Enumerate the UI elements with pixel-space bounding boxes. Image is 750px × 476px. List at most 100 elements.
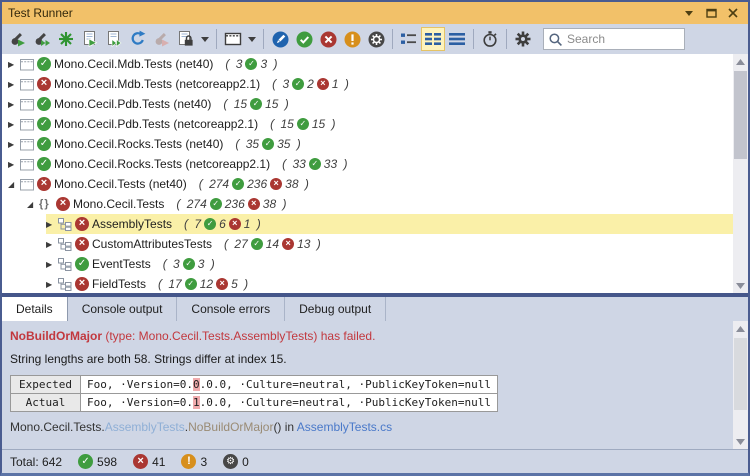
run-tests-icon[interactable] [6,27,30,51]
expander-icon[interactable]: ▶ [46,220,58,229]
group-by-namespace-icon[interactable] [421,27,445,51]
expander-icon[interactable]: ▶ [8,120,20,129]
test-counts: ( 3✓3 ) [225,57,277,71]
failed-icon: × [56,197,70,211]
test-tree-row[interactable]: ▶ ✓ Mono.Cecil.Pdb.Tests (net40) ( 15✓15… [2,94,733,114]
show-warnings-icon[interactable] [340,27,364,51]
skipped-summary: ⚙ 0 [223,454,249,469]
expander-icon[interactable]: ▶ [46,240,58,249]
failed-icon: × [37,77,51,91]
debug-tests-disabled-icon[interactable] [150,27,174,51]
expander-icon[interactable]: ▶ [8,140,20,149]
scrollbar-thumb[interactable] [734,338,747,410]
details-tabbar: Details Console output Console errors De… [2,297,748,321]
maximize-icon[interactable] [702,5,720,21]
method-link[interactable]: NoBuildOrMajor [188,420,273,434]
test-node-label: CustomAttributesTests [92,237,212,251]
refresh-icon[interactable] [126,27,150,51]
close-icon[interactable] [724,5,742,21]
window-position-icon[interactable] [680,5,698,21]
mini-passed-icon: ✓ [204,218,216,230]
repeat-run-icon[interactable] [30,27,54,51]
run-with-options-icon[interactable] [174,27,198,51]
test-tree-row[interactable]: ◢ × Mono.Cecil.Tests (net40) ( 274✓236×3… [2,174,733,194]
flat-list-icon[interactable] [445,27,469,51]
mini-failed-icon: × [248,198,260,210]
passed-icon: ✓ [37,117,51,131]
scroll-down-icon[interactable] [733,278,748,293]
mini-passed-icon: ✓ [250,98,262,110]
assembly-icon [20,98,36,111]
expander-icon[interactable]: ▶ [8,160,20,169]
test-tree-row[interactable]: ▶ ✓ EventTests ( 3✓3 ) [2,254,733,274]
search-input[interactable]: Search [543,28,685,50]
scrollbar-thumb[interactable] [734,71,747,159]
repeat-document-tests-icon[interactable] [102,27,126,51]
expander-icon[interactable]: ▶ [46,280,58,289]
tab-debug-output[interactable]: Debug output [285,297,386,321]
test-tree: ▶ ✓ Mono.Cecil.Mdb.Tests (net40) ( 3✓3 )… [2,54,748,293]
window-layout-icon[interactable] [221,27,245,51]
actual-label: Actual [11,394,81,412]
class-link[interactable]: AssemblyTests [105,420,185,434]
actual-row: Actual Foo, ·Version=0.1.0.0, ·Culture=n… [11,394,498,412]
source-file-link[interactable]: AssemblyTests.cs [297,420,392,434]
window-layout-dropdown-icon[interactable] [245,27,259,51]
show-skipped-icon[interactable] [364,27,388,51]
test-tree-row[interactable]: ▶ ✓ Mono.Cecil.Mdb.Tests (net40) ( 3✓3 ) [2,54,733,74]
test-runner-window: Test Runner [0,0,750,476]
toolbar: Search [2,24,748,54]
mini-passed-icon: ✓ [183,258,195,270]
scroll-up-icon[interactable] [733,54,748,69]
expander-icon[interactable]: ◢ [27,200,39,209]
settings-gear-icon[interactable] [511,27,535,51]
tab-details[interactable]: Details [2,297,68,321]
expected-label: Expected [11,376,81,394]
failed-icon: × [75,277,89,291]
test-tree-row[interactable]: ▶ ✓ Mono.Cecil.Rocks.Tests (netcoreapp2.… [2,154,733,174]
test-node-label: Mono.Cecil.Rocks.Tests (net40) [54,137,223,151]
passed-icon: ✓ [37,97,51,111]
test-tree-row[interactable]: ▶ × AssemblyTests ( 7✓6×1 ) [2,214,733,234]
failed-icon: × [75,237,89,251]
test-counts: ( 17✓12×5 ) [158,277,248,291]
test-tree-row[interactable]: ▶ × FieldTests ( 17✓12×5 ) [2,274,733,293]
passed-icon: ✓ [37,137,51,151]
expander-icon[interactable]: ▶ [8,60,20,69]
failed-test-name: NoBuildOrMajor [10,329,102,343]
test-tree-row[interactable]: ▶ × Mono.Cecil.Mdb.Tests (netcoreapp2.1)… [2,74,733,94]
tab-console-output[interactable]: Console output [68,297,178,321]
mini-passed-icon: ✓ [297,118,309,130]
test-tree-row[interactable]: ▶ ✓ Mono.Cecil.Rocks.Tests (net40) ( 35✓… [2,134,733,154]
scroll-down-icon[interactable] [733,434,748,449]
details-scrollbar[interactable] [733,321,748,449]
show-failed-icon[interactable] [316,27,340,51]
run-new-tests-icon[interactable] [54,27,78,51]
expander-icon[interactable]: ▶ [46,260,58,269]
expander-icon[interactable]: ▶ [8,100,20,109]
test-counts: ( 274✓236×38 ) [176,197,286,211]
test-tree-row[interactable]: ▶ × CustomAttributesTests ( 27✓14×13 ) [2,234,733,254]
scroll-up-icon[interactable] [733,321,748,336]
passed-summary: ✓ 598 [78,454,117,469]
actual-value: Foo, ·Version=0.1.0.0, ·Culture=neutral,… [81,394,498,412]
expander-icon[interactable]: ▶ [8,80,20,89]
tab-console-errors[interactable]: Console errors [177,297,285,321]
class-icon [58,218,74,231]
class-icon [58,258,74,271]
failed-count: 41 [152,455,165,469]
test-counts: ( 3✓2×1 ) [272,77,349,91]
class-icon [58,278,74,291]
test-tree-row[interactable]: ▶ ✓ Mono.Cecil.Pdb.Tests (netcoreapp2.1)… [2,114,733,134]
expander-icon[interactable]: ◢ [8,180,20,189]
run-options-dropdown-icon[interactable] [198,27,212,51]
tree-scrollbar[interactable] [733,54,748,293]
test-counts: ( 3✓3 ) [163,257,215,271]
show-passed-icon[interactable] [292,27,316,51]
stopwatch-icon[interactable] [478,27,502,51]
show-edited-icon[interactable] [268,27,292,51]
mini-failed-icon: × [317,78,329,90]
test-tree-row[interactable]: ◢ { } × Mono.Cecil.Tests ( 274✓236×38 ) [2,194,733,214]
group-by-fixture-icon[interactable] [397,27,421,51]
run-document-tests-icon[interactable] [78,27,102,51]
